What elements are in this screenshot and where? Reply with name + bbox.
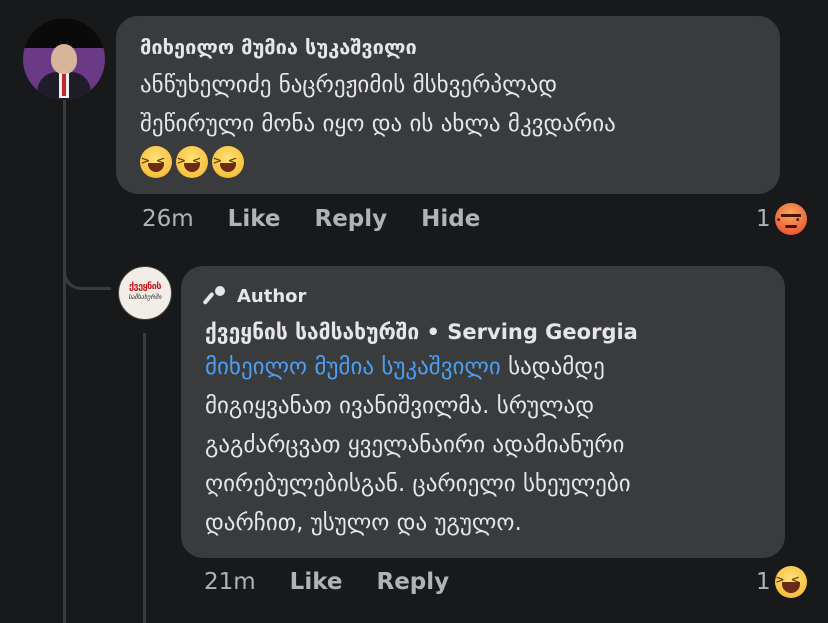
like-button[interactable]: Like xyxy=(228,206,281,232)
reply-timestamp[interactable]: 21m xyxy=(204,569,256,595)
thread-connector-lower xyxy=(63,290,66,623)
commenter-avatar[interactable] xyxy=(23,18,105,100)
comment-bubble: მიხეილო მუმია სუკაშვილი ანწუხელიძე ნაცრე… xyxy=(116,16,780,194)
angry-emoji-icon: • • xyxy=(774,203,807,235)
reply-bubble: Author ქვეყნის სამსახურში • Serving Geor… xyxy=(181,266,785,558)
reply-reactions[interactable]: 1 >< xyxy=(756,566,807,598)
comment-actions: 26m Like Reply Hide xyxy=(142,206,514,232)
mention-link[interactable]: მიხეილო მუმია სუკაშვილი xyxy=(205,354,501,380)
reaction-count: 1 xyxy=(756,569,771,595)
author-badge: Author xyxy=(202,282,761,310)
page-avatar[interactable]: ქვეყნის სამსახურში xyxy=(118,266,172,320)
comment-timestamp[interactable]: 26m xyxy=(142,206,194,232)
laughing-emoji-icon: >< xyxy=(212,146,244,178)
laughing-emoji-icon: >< xyxy=(140,146,172,178)
reply-button[interactable]: Reply xyxy=(377,569,450,595)
reply-author-name[interactable]: ქვეყნის სამსახურში • Serving Georgia xyxy=(205,316,761,348)
comment-emojis: >< >< >< xyxy=(140,146,756,180)
thread-branch xyxy=(63,262,111,290)
avatar-logo-subtext: სამსახურში xyxy=(128,294,162,301)
like-button[interactable]: Like xyxy=(290,569,343,595)
reply-connector xyxy=(143,333,146,623)
avatar-logo-text: ქვეყნის xyxy=(129,282,161,292)
reply-text: მიხეილო მუმია სუკაშვილი სადამდე მიგიყვან… xyxy=(205,354,631,536)
reaction-count: 1 xyxy=(756,206,771,232)
reply-button[interactable]: Reply xyxy=(315,206,388,232)
author-badge-label: Author xyxy=(237,285,307,307)
microphone-icon xyxy=(202,285,227,307)
laughing-emoji-icon: >< xyxy=(176,146,208,178)
reply-actions: 21m Like Reply xyxy=(204,569,483,595)
commenter-name[interactable]: მიხეილო მუმია სუკაშვილი xyxy=(140,34,756,60)
comment-reactions[interactable]: 1 • • xyxy=(756,203,807,235)
comment-text: ანწუხელიძე ნაცრეჟიმის მსხვერპლად შეწირულ… xyxy=(140,72,616,137)
haha-emoji-icon: >< xyxy=(774,566,807,598)
hide-button[interactable]: Hide xyxy=(421,206,480,232)
